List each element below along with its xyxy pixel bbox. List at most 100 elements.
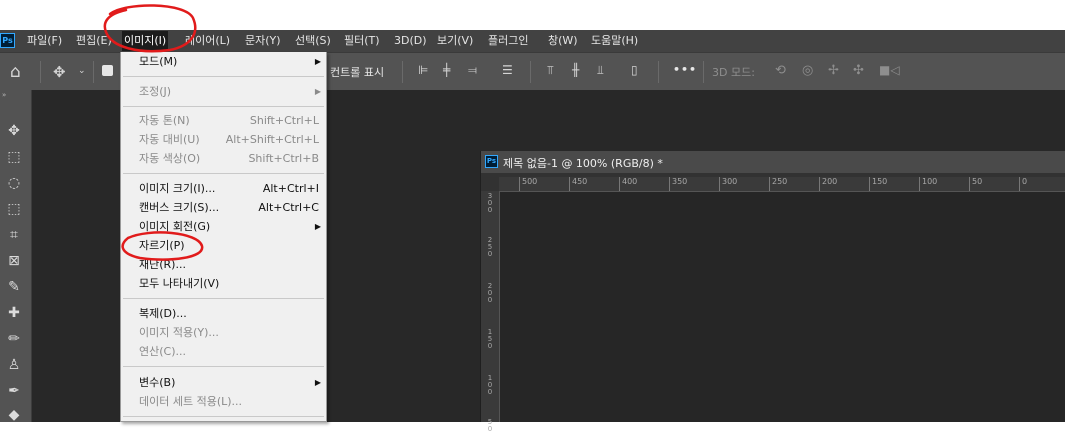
- menu-separator: [123, 298, 324, 299]
- ruler-label: 500: [519, 177, 537, 191]
- image-menu-dropdown: 모드(M) ▶ 조정(J) ▶ 자동 톤(N) Shift+Ctrl+L 자동 …: [120, 52, 327, 422]
- menu-item-reveal-all[interactable]: 모두 나타내기(V): [139, 275, 319, 293]
- menu-item-shortcut: Shift+Ctrl+L: [249, 114, 319, 127]
- menu-image[interactable]: 이미지(I): [122, 31, 169, 51]
- align-left-icon[interactable]: ⊫: [418, 63, 428, 77]
- ruler-label: 1 5 0: [487, 328, 493, 350]
- menu-view[interactable]: 보기(V): [437, 30, 473, 52]
- menu-select[interactable]: 선택(S): [295, 30, 331, 52]
- align-right-icon[interactable]: ⫤: [468, 63, 477, 78]
- menu-item-image-rotation[interactable]: 이미지 회전(G) ▶: [139, 218, 321, 236]
- camera-icon[interactable]: ■◁: [879, 63, 900, 77]
- submenu-arrow-icon: ▶: [314, 378, 321, 387]
- marquee-tool-icon[interactable]: ⬚: [2, 146, 26, 168]
- menu-item-auto-color[interactable]: 자동 색상(O) Shift+Ctrl+B: [139, 150, 319, 168]
- stamp-tool-icon[interactable]: ♙: [2, 354, 26, 376]
- menu-item-label: 복제(D)...: [139, 307, 187, 320]
- menu-separator: [123, 366, 324, 367]
- eyedropper-tool-icon[interactable]: ✎: [2, 276, 26, 298]
- brush-tool-icon[interactable]: ✏: [2, 328, 26, 350]
- ruler-label: 2 0 0: [487, 282, 493, 304]
- menu-item-adjustments[interactable]: 조정(J) ▶: [139, 83, 321, 101]
- ruler-label: 3 0 0: [487, 192, 493, 214]
- menu-file[interactable]: 파일(F): [27, 30, 62, 52]
- menu-item-mode[interactable]: 모드(M) ▶: [139, 53, 321, 71]
- divider: [93, 61, 94, 83]
- menu-item-canvas-size[interactable]: 캔버스 크기(S)... Alt+Ctrl+C: [139, 199, 319, 217]
- menu-item-apply-data-set[interactable]: 데이터 세트 적용(L)...: [139, 393, 319, 411]
- canvas-pasteboard[interactable]: [500, 192, 1065, 422]
- menu-type[interactable]: 문자(Y): [245, 30, 281, 52]
- menu-filter[interactable]: 필터(T): [344, 30, 380, 52]
- divider: [530, 61, 531, 83]
- menu-separator: [123, 416, 324, 417]
- more-options-icon[interactable]: •••: [673, 63, 697, 76]
- menu-layer[interactable]: 레이어(L): [185, 30, 230, 52]
- healing-brush-tool-icon[interactable]: ✚: [2, 302, 26, 324]
- menu-separator: [123, 173, 324, 174]
- menu-item-label: 자동 대비(U): [139, 133, 200, 146]
- menu-item-label: 자동 색상(O): [139, 152, 201, 165]
- menu-item-apply-image[interactable]: 이미지 적용(Y)...: [139, 324, 319, 342]
- ruler-label: 0: [1019, 177, 1027, 191]
- menu-item-shortcut: Alt+Ctrl+I: [262, 182, 319, 195]
- eraser-tool-icon[interactable]: ◆: [2, 404, 26, 426]
- ruler-label: 200: [819, 177, 837, 191]
- menu-item-crop[interactable]: 자르기(P): [139, 237, 319, 255]
- roll-3d-icon[interactable]: ◎: [802, 63, 813, 78]
- menu-item-auto-contrast[interactable]: 자동 대비(U) Alt+Shift+Ctrl+L: [139, 131, 319, 149]
- menu-item-shortcut: Alt+Ctrl+C: [258, 201, 319, 214]
- menu-item-label: 자르기(P): [139, 239, 185, 252]
- collapse-icon[interactable]: »: [2, 91, 6, 99]
- slide-3d-icon[interactable]: ✣: [853, 63, 864, 78]
- document-window: Ps 제목 없음-1 @ 100% (RGB/8) * 500 450 400 …: [480, 151, 1065, 433]
- menu-item-label: 이미지 적용(Y)...: [139, 326, 219, 339]
- menu-plugins[interactable]: 플러그인: [488, 30, 528, 52]
- submenu-arrow-icon: ▶: [314, 57, 321, 66]
- history-brush-tool-icon[interactable]: ✒: [2, 380, 26, 402]
- document-title[interactable]: 제목 없음-1 @ 100% (RGB/8) *: [503, 155, 663, 171]
- chevron-down-icon[interactable]: ⌄: [78, 66, 86, 76]
- orbit-3d-icon[interactable]: ⟲: [775, 63, 786, 78]
- align-middle-icon[interactable]: ╫: [572, 63, 579, 77]
- align-bottom-icon[interactable]: ⫫: [597, 63, 604, 78]
- menu-3d[interactable]: 3D(D): [394, 30, 427, 52]
- menu-item-duplicate[interactable]: 복제(D)...: [139, 305, 319, 323]
- home-icon[interactable]: ⌂: [10, 62, 21, 82]
- submenu-arrow-icon: ▶: [314, 222, 321, 231]
- checkbox-icon[interactable]: [102, 65, 113, 76]
- align-top-icon[interactable]: ⫪: [547, 63, 554, 78]
- crop-tool-icon[interactable]: ⌗: [2, 224, 26, 246]
- menu-item-label: 캔버스 크기(S)...: [139, 201, 220, 214]
- frame-tool-icon[interactable]: ⊠: [2, 250, 26, 272]
- quick-selection-tool-icon[interactable]: ⬚: [2, 198, 26, 220]
- horizontal-ruler[interactable]: 500 450 400 350 300 250 200 150 100 50 0: [499, 177, 1065, 192]
- drag-3d-icon[interactable]: ✢: [828, 63, 839, 78]
- move-tool-icon[interactable]: ✥: [53, 63, 66, 81]
- menu-item-shortcut: Shift+Ctrl+B: [248, 152, 319, 165]
- vertical-ruler[interactable]: 3 0 0 2 5 0 2 0 0 1 5 0 1 0 0 5 0: [481, 191, 500, 433]
- menu-item-variables[interactable]: 변수(B) ▶: [139, 374, 321, 392]
- menu-item-label: 이미지 회전(G): [139, 220, 211, 233]
- move-tool-icon[interactable]: ✥: [2, 120, 26, 142]
- menu-item-calculations[interactable]: 연산(C)...: [139, 343, 319, 361]
- menu-edit[interactable]: 편집(E): [76, 30, 112, 52]
- document-tab[interactable]: Ps 제목 없음-1 @ 100% (RGB/8) *: [481, 151, 1065, 173]
- menu-window[interactable]: 창(W): [548, 30, 578, 52]
- photoshop-logo: Ps: [0, 33, 15, 48]
- menu-separator: [123, 106, 324, 107]
- menu-item-trim[interactable]: 재단(R)...: [139, 256, 319, 274]
- ruler-label: 100: [919, 177, 937, 191]
- submenu-arrow-icon: ▶: [314, 87, 321, 96]
- menu-separator: [123, 76, 324, 77]
- menu-item-label: 연산(C)...: [139, 345, 186, 358]
- align-center-icon[interactable]: ╪: [443, 63, 450, 77]
- menu-item-auto-tone[interactable]: 자동 톤(N) Shift+Ctrl+L: [139, 112, 319, 130]
- menu-item-image-size[interactable]: 이미지 크기(I)... Alt+Ctrl+I: [139, 180, 319, 198]
- distribute-horizontal-icon[interactable]: ☰: [502, 63, 513, 77]
- lasso-tool-icon[interactable]: ◌: [2, 172, 26, 194]
- menu-help[interactable]: 도움말(H): [591, 30, 638, 52]
- distribute-vertical-icon[interactable]: ▯: [631, 63, 638, 77]
- ruler-label: 5 0: [487, 418, 493, 433]
- mode-3d-label: 3D 모드:: [712, 66, 755, 79]
